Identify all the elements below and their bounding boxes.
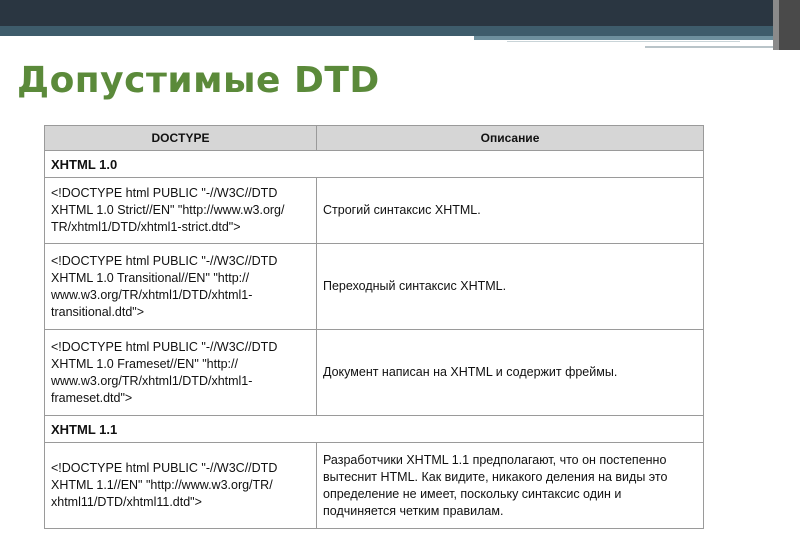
doctype-line: xhtml11/DTD/xhtml11.dtd"> <box>51 495 202 509</box>
doctype-cell: <!DOCTYPE html PUBLIC "-//W3C//DTD XHTML… <box>44 177 317 244</box>
header-stripe <box>0 36 474 39</box>
table-row: <!DOCTYPE html PUBLIC "-//W3C//DTD XHTML… <box>44 243 704 330</box>
doctype-line: <!DOCTYPE html PUBLIC "-//W3C//DTD <box>51 339 278 354</box>
doctype-line: XHTML 1.0 Transitional//EN" "http:// <box>51 270 250 285</box>
doctype-line: www.w3.org/TR/xhtml1/DTD/xhtml1- <box>51 373 253 388</box>
slide-title: Допустимые DTD <box>17 60 380 101</box>
table-row: <!DOCTYPE html PUBLIC "-//W3C//DTD XHTML… <box>44 329 704 416</box>
column-header-description: Описание <box>316 125 704 151</box>
description-cell: Переходный синтаксис XHTML. <box>316 243 704 330</box>
table-row: <!DOCTYPE html PUBLIC "-//W3C//DTD XHTML… <box>44 442 704 529</box>
description-line: подчиняется четким правилам. <box>323 503 504 518</box>
section-title: XHTML 1.0 <box>44 150 704 178</box>
description-line: Строгий синтаксис XHTML. <box>323 203 481 217</box>
description-line: Документ написан на XHTML и содержит фре… <box>323 365 618 379</box>
doctype-cell: <!DOCTYPE html PUBLIC "-//W3C//DTD XHTML… <box>44 243 317 330</box>
description-cell: Документ написан на XHTML и содержит фре… <box>316 329 704 416</box>
corner-block <box>779 0 800 50</box>
doctype-line: XHTML 1.1//EN" "http://www.w3.org/TR/ <box>51 478 273 492</box>
doctype-line: XHTML 1.0 Strict//EN" "http://www.w3.org… <box>51 203 285 217</box>
slide-header-band <box>0 26 800 36</box>
header-stripe-accent <box>474 36 800 40</box>
doctype-line: frameset.dtd"> <box>51 390 133 405</box>
doctype-line: <!DOCTYPE html PUBLIC "-//W3C//DTD <box>51 186 278 200</box>
doctype-line: <!DOCTYPE html PUBLIC "-//W3C//DTD <box>51 461 278 475</box>
doctype-cell: <!DOCTYPE html PUBLIC "-//W3C//DTD XHTML… <box>44 329 317 416</box>
section-row: XHTML 1.1 <box>44 415 704 443</box>
dtd-table: DOCTYPE Описание XHTML 1.0 <!DOCTYPE htm… <box>44 125 704 529</box>
table-row: <!DOCTYPE html PUBLIC "-//W3C//DTD XHTML… <box>44 177 704 244</box>
description-cell: Разработчики XHTML 1.1 предполагают, что… <box>316 442 704 529</box>
description-line: Разработчики XHTML 1.1 предполагают, что… <box>323 452 667 467</box>
section-title: XHTML 1.1 <box>44 415 704 443</box>
description-line: определение не имеет, поскольку синтакси… <box>323 486 622 501</box>
table-header-row: DOCTYPE Описание <box>44 125 704 151</box>
description-line: вытеснит HTML. Как видите, никакого деле… <box>323 469 668 484</box>
doctype-line: transitional.dtd"> <box>51 304 145 319</box>
slide-header-bar <box>0 0 800 26</box>
doctype-line: XHTML 1.0 Frameset//EN" "http:// <box>51 356 238 371</box>
doctype-line: <!DOCTYPE html PUBLIC "-//W3C//DTD <box>51 253 278 268</box>
doctype-cell: <!DOCTYPE html PUBLIC "-//W3C//DTD XHTML… <box>44 442 317 529</box>
header-line <box>507 41 740 42</box>
doctype-line: TR/xhtml1/DTD/xhtml1-strict.dtd"> <box>51 220 241 234</box>
description-line: Переходный синтаксис XHTML. <box>323 279 507 293</box>
column-header-doctype: DOCTYPE <box>44 125 317 151</box>
section-row: XHTML 1.0 <box>44 150 704 178</box>
description-cell: Строгий синтаксис XHTML. <box>316 177 704 244</box>
doctype-line: www.w3.org/TR/xhtml1/DTD/xhtml1- <box>51 287 253 302</box>
